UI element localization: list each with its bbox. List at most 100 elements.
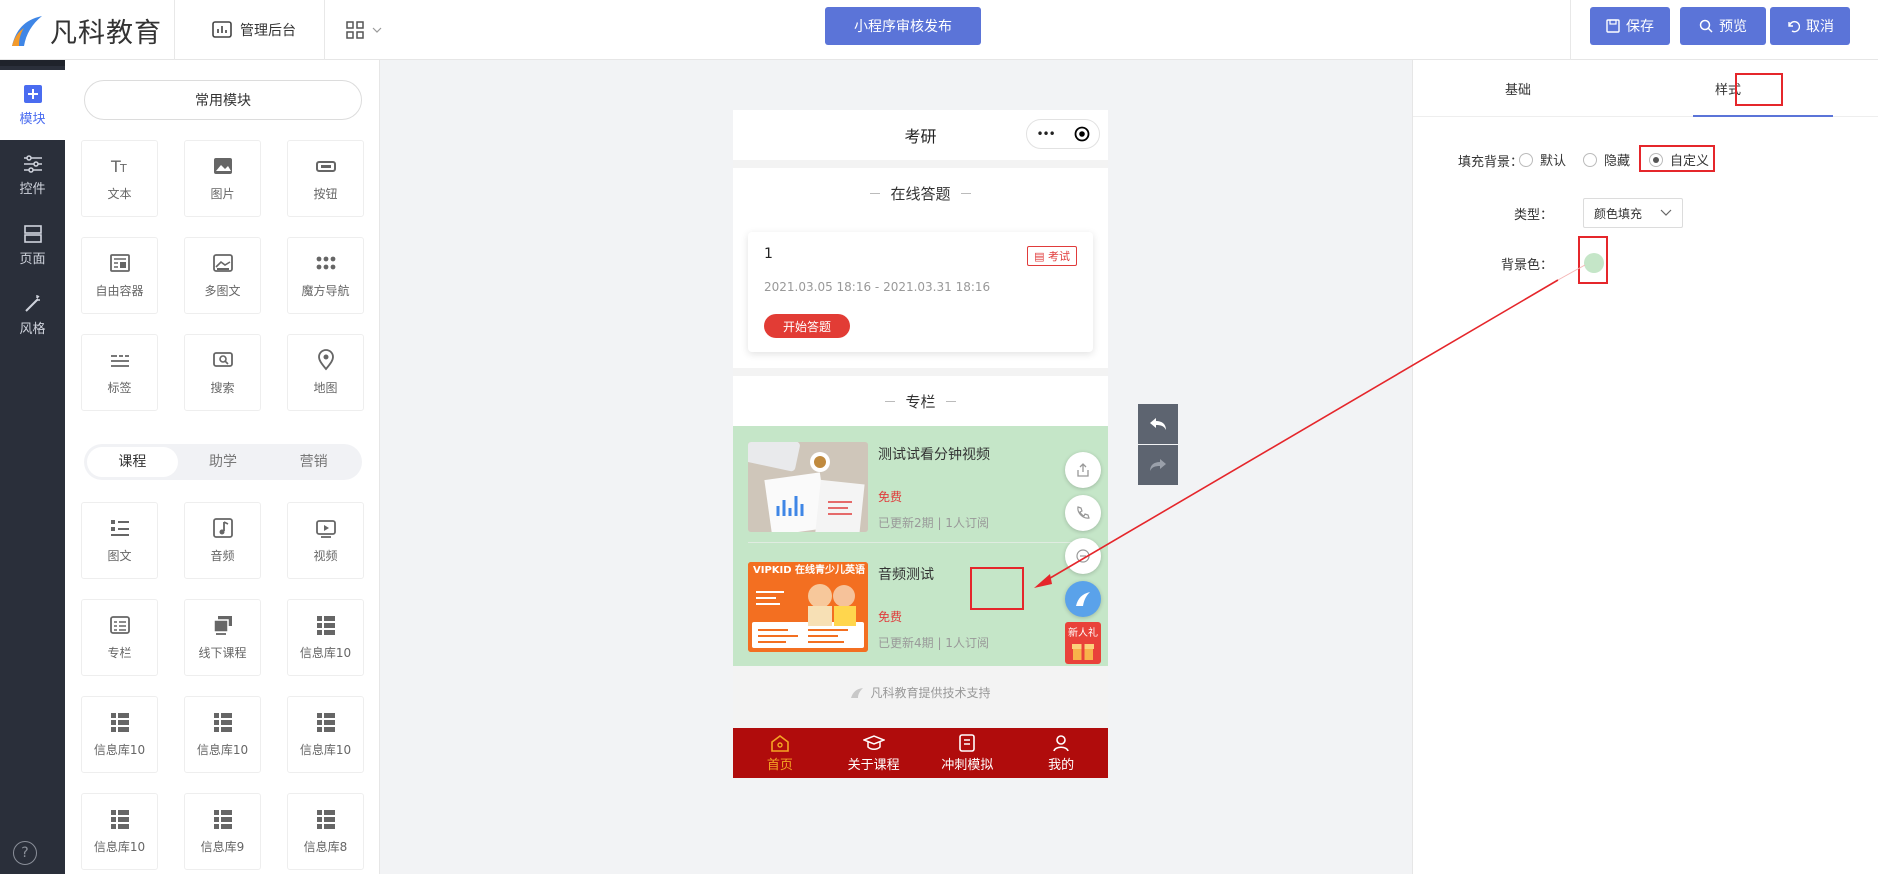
tab-home-label: 首页 (766, 757, 793, 773)
share-button[interactable] (1065, 452, 1101, 488)
logo-icon (12, 16, 42, 46)
module-tile[interactable]: 信息库10 (81, 793, 158, 870)
module-tile[interactable]: 视频 (287, 502, 364, 579)
new-user-gift[interactable]: 新人礼 (1065, 622, 1101, 664)
phone-title: 考研 (904, 127, 937, 146)
module-tile[interactable]: 音频 (184, 502, 261, 579)
module-tile[interactable]: 图文 (81, 502, 158, 579)
module-tile[interactable]: 专栏 (81, 599, 158, 676)
highlight-box (1735, 73, 1783, 106)
quiz-section-title: 在线答题 (733, 168, 1108, 218)
nav-pages[interactable]: 页面 (0, 210, 65, 280)
quiz-card[interactable]: 1 ▤ 考试 2021.03.05 18:16 - 2021.03.31 18:… (748, 232, 1093, 352)
list-item[interactable]: 测试试看分钟视频 免费 已更新2期 | 1人订阅 (748, 442, 1093, 532)
radio-hidden-label: 隐藏 (1604, 154, 1631, 169)
radio-hidden[interactable]: 隐藏 (1583, 150, 1630, 169)
module-tile-label: 图片 (210, 187, 235, 201)
undo-button[interactable] (1138, 404, 1178, 444)
redo-button[interactable] (1138, 445, 1178, 485)
publish-button[interactable]: 小程序审核发布 (825, 7, 981, 45)
magic-wand-icon (24, 294, 40, 312)
module-tile[interactable]: 信息库8 (287, 793, 364, 870)
apps-menu[interactable] (346, 16, 382, 44)
module-tile[interactable]: 信息库10 (81, 696, 158, 773)
thumb-caption: VIPKID 在线青少儿英语 (753, 565, 866, 576)
tag-icon (110, 355, 129, 367)
module-tile-label: 图文 (107, 549, 132, 563)
nav-top-strip (0, 60, 65, 66)
nav-style[interactable]: 风格 (0, 280, 65, 350)
tab-study[interactable]: 助学 (178, 447, 269, 477)
preview-button[interactable]: 预览 (1680, 7, 1766, 45)
tab-mine[interactable]: 我的 (1014, 728, 1108, 778)
nav-controls[interactable]: 控件 (0, 140, 65, 210)
tab-course[interactable]: 课程 (87, 447, 178, 477)
mini-program-capsule[interactable]: ••• (1026, 119, 1100, 149)
module-tile[interactable]: 信息库10 (287, 696, 364, 773)
module-tile[interactable]: 魔方导航 (287, 237, 364, 314)
type-select[interactable]: 颜色填充 (1583, 198, 1683, 228)
brand-float-button[interactable] (1065, 581, 1101, 617)
preview-label: 预览 (1719, 19, 1747, 35)
module-tile-label: 搜索 (210, 381, 235, 395)
module-tile[interactable]: T T 文本 (81, 140, 158, 217)
module-tile[interactable]: 按钮 (287, 140, 364, 217)
divider (174, 0, 175, 60)
tab-sprint-mock[interactable]: 冲刺模拟 (921, 728, 1015, 778)
module-panel: 常用模块 T T 文本 图片 按钮 自由容器 多图文 魔方导航 标签 搜索 地图 课程 助学 营销 … (65, 60, 380, 874)
chat-button[interactable] (1065, 538, 1101, 574)
column-list: 测试试看分钟视频 免费 已更新2期 | 1人订阅 VIPKID 在线青少儿英语 … (733, 426, 1108, 666)
tab-sprint-mock-label: 冲刺模拟 (941, 757, 994, 773)
module-tile[interactable]: 搜索 (184, 334, 261, 411)
save-icon (1606, 19, 1620, 33)
module-tile-label: 信息库10 (196, 743, 249, 757)
cancel-button[interactable]: 取消 (1770, 7, 1850, 45)
question-icon[interactable]: ? (13, 841, 37, 865)
course-meta: 已更新2期 | 1人订阅 (878, 516, 989, 530)
module-tile-label: 信息库10 (93, 743, 146, 757)
grid-icon (213, 810, 232, 829)
tab-about-course[interactable]: 关于课程 (827, 728, 921, 778)
module-category-tabs: 课程 助学 营销 (84, 444, 362, 480)
module-tile[interactable]: 线下课程 (184, 599, 261, 676)
module-tile-label: 信息库10 (299, 743, 352, 757)
module-tile[interactable]: 信息库10 (184, 696, 261, 773)
module-tile[interactable]: 信息库10 (287, 599, 364, 676)
list-item[interactable]: VIPKID 在线青少儿英语 音频测试 免费 已更新4期 | 1人订阅 (748, 562, 1093, 652)
column-section-label: 专栏 (905, 392, 936, 411)
gift-label: 新人礼 (1068, 628, 1098, 639)
brand-leaf-icon (851, 687, 864, 698)
nav-modules[interactable]: 模块 (0, 70, 65, 140)
start-quiz-button[interactable]: 开始答题 (764, 314, 850, 338)
redo-arrow-icon (1150, 459, 1166, 471)
multi-image-icon (212, 254, 233, 272)
highlight-box (1639, 145, 1715, 172)
phone-call-button[interactable] (1065, 495, 1101, 531)
course-title: 测试试看分钟视频 (878, 447, 990, 463)
search-icon (212, 352, 233, 367)
module-tile[interactable]: 多图文 (184, 237, 261, 314)
music-icon (212, 518, 233, 538)
tab-basic[interactable]: 基础 (1413, 60, 1623, 116)
module-tile[interactable]: 信息库9 (184, 793, 261, 870)
bgcolor-label: 背景色： (1500, 258, 1553, 273)
module-tile[interactable]: 自由容器 (81, 237, 158, 314)
module-tile[interactable]: 地图 (287, 334, 364, 411)
brand-logo[interactable]: 凡科教育 (8, 8, 162, 52)
common-modules-title[interactable]: 常用模块 (84, 80, 362, 120)
property-panel: 基础 样式 填充背景： 默认 隐藏 自定义 类型： 颜色填充 背景色： (1412, 60, 1878, 874)
cancel-label: 取消 (1806, 19, 1834, 35)
radio-default[interactable]: 默认 (1519, 150, 1566, 169)
brand-leaf-icon (1076, 592, 1090, 606)
phone-icon (1077, 506, 1090, 519)
tab-marketing[interactable]: 营销 (268, 447, 359, 477)
home-icon (771, 734, 789, 752)
save-label: 保存 (1626, 19, 1654, 35)
module-tile[interactable]: 图片 (184, 140, 261, 217)
admin-link[interactable]: 管理后台 (212, 16, 296, 44)
tab-style[interactable]: 样式 (1623, 60, 1833, 116)
module-tile[interactable]: 标签 (81, 334, 158, 411)
save-button[interactable]: 保存 (1590, 7, 1670, 45)
tab-home[interactable]: 首页 (733, 728, 827, 778)
module-tile-label: 视频 (313, 549, 338, 563)
